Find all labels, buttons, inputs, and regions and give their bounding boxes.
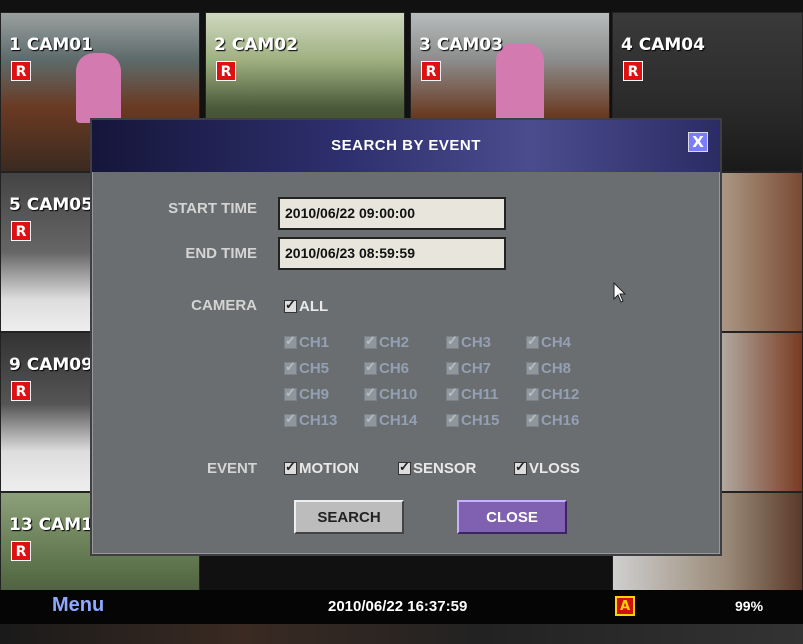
- checkbox-label: CH12: [541, 386, 580, 403]
- checkbox-box: [284, 297, 297, 313]
- search-by-event-dialog: SEARCH BY EVENT X START TIME 2010/06/22 …: [90, 118, 722, 556]
- camera-label: 1 CAM01: [9, 35, 93, 55]
- checkbox-label: CH11: [461, 386, 499, 403]
- checkbox-label: CH9: [299, 386, 330, 403]
- record-badge: R: [421, 61, 441, 81]
- record-badge: R: [11, 221, 31, 241]
- checkbox-box: [284, 333, 297, 349]
- end-time-label: END TIME: [185, 245, 257, 262]
- checkbox-box: [284, 359, 297, 375]
- channel-checkbox-ch3[interactable]: CH3: [446, 333, 492, 351]
- channel-checkbox-ch6[interactable]: CH6: [364, 359, 410, 377]
- camera-label: 4 CAM04: [621, 35, 705, 55]
- channel-checkbox-ch8[interactable]: CH8: [526, 359, 572, 377]
- checkbox-box: [514, 459, 527, 475]
- camera-label: CAMERA: [191, 297, 257, 314]
- mouse-pointer-icon: [613, 282, 627, 303]
- mode-badge: A: [615, 596, 635, 616]
- camera-all-checkbox[interactable]: ALL: [284, 297, 329, 315]
- channel-checkbox-ch15[interactable]: CH15: [446, 411, 500, 429]
- start-time-value: 2010/06/22 09:00:00: [285, 205, 415, 221]
- checkbox-box: [398, 459, 411, 475]
- dialog-header: SEARCH BY EVENT X: [92, 120, 720, 172]
- close-icon[interactable]: X: [688, 132, 708, 152]
- channel-checkbox-ch7[interactable]: CH7: [446, 359, 492, 377]
- checkbox-label: SENSOR: [413, 460, 477, 477]
- checkbox-label: CH5: [299, 360, 330, 377]
- checkbox-box: [364, 385, 377, 401]
- search-button[interactable]: SEARCH: [294, 500, 404, 534]
- checkbox-box: [446, 359, 459, 375]
- checkbox-box: [526, 411, 539, 427]
- channel-checkbox-ch16[interactable]: CH16: [526, 411, 580, 429]
- checkbox-box: [364, 359, 377, 375]
- start-time-field[interactable]: 2010/06/22 09:00:00: [278, 197, 506, 230]
- checkbox-label: CH2: [379, 334, 410, 351]
- dialog-title: SEARCH BY EVENT: [331, 137, 481, 154]
- checkbox-box: [364, 333, 377, 349]
- event-label: EVENT: [206, 460, 257, 477]
- camera-label: 3 CAM03: [419, 35, 503, 55]
- close-button[interactable]: CLOSE: [457, 500, 567, 534]
- checkbox-box: [446, 333, 459, 349]
- event-sensor-checkbox[interactable]: SENSOR: [398, 459, 477, 477]
- event-motion-checkbox[interactable]: MOTION: [284, 459, 359, 477]
- menu-button[interactable]: Menu: [52, 594, 104, 617]
- checkbox-box: [446, 411, 459, 427]
- end-time-field[interactable]: 2010/06/23 08:59:59: [278, 237, 506, 270]
- checkbox-label: CH13: [299, 412, 338, 429]
- start-time-label: START TIME: [168, 200, 257, 217]
- channel-checkbox-ch14[interactable]: CH14: [364, 411, 418, 429]
- channel-checkbox-ch9[interactable]: CH9: [284, 385, 330, 403]
- checkbox-label: VLOSS: [529, 460, 580, 477]
- camera-label: 5 CAM05: [9, 195, 93, 215]
- camera-strip: [0, 624, 803, 644]
- checkbox-box: [284, 459, 297, 475]
- checkbox-label: CH7: [461, 360, 492, 377]
- checkbox-label: CH16: [541, 412, 580, 429]
- checkbox-label: CH10: [379, 386, 418, 403]
- record-badge: R: [11, 61, 31, 81]
- disk-usage: 99%: [735, 598, 764, 614]
- checkbox-label: ALL: [299, 298, 329, 315]
- checkbox-label: MOTION: [299, 460, 359, 477]
- checkbox-box: [526, 385, 539, 401]
- checkbox-box: [526, 333, 539, 349]
- record-badge: R: [11, 381, 31, 401]
- checkbox-box: [446, 385, 459, 401]
- checkbox-label: CH14: [379, 412, 418, 429]
- channel-checkbox-ch11[interactable]: CH11: [446, 385, 499, 403]
- checkbox-label: CH4: [541, 334, 572, 351]
- channel-checkbox-ch13[interactable]: CH13: [284, 411, 338, 429]
- channel-checkbox-ch2[interactable]: CH2: [364, 333, 410, 351]
- camera-label: 9 CAM09: [9, 355, 93, 375]
- channel-checkbox-ch1[interactable]: CH1: [284, 333, 330, 351]
- event-vloss-checkbox[interactable]: VLOSS: [514, 459, 580, 477]
- checkbox-label: CH1: [299, 334, 330, 351]
- checkbox-box: [526, 359, 539, 375]
- checkbox-label: CH15: [461, 412, 500, 429]
- channel-checkbox-ch4[interactable]: CH4: [526, 333, 572, 351]
- channel-checkbox-ch10[interactable]: CH10: [364, 385, 418, 403]
- end-time-value: 2010/06/23 08:59:59: [285, 245, 415, 261]
- record-badge: R: [623, 61, 643, 81]
- record-badge: R: [216, 61, 236, 81]
- checkbox-label: CH8: [541, 360, 572, 377]
- checkbox-box: [364, 411, 377, 427]
- current-datetime: 2010/06/22 16:37:59: [328, 598, 468, 615]
- camera-label: 2 CAM02: [214, 35, 298, 55]
- checkbox-box: [284, 411, 297, 427]
- status-bar: Menu 2010/06/22 16:37:59 A 99%: [0, 590, 803, 624]
- checkbox-label: CH6: [379, 360, 410, 377]
- checkbox-box: [284, 385, 297, 401]
- record-badge: R: [11, 541, 31, 561]
- channel-checkbox-ch12[interactable]: CH12: [526, 385, 580, 403]
- checkbox-label: CH3: [461, 334, 492, 351]
- channel-checkbox-ch5[interactable]: CH5: [284, 359, 330, 377]
